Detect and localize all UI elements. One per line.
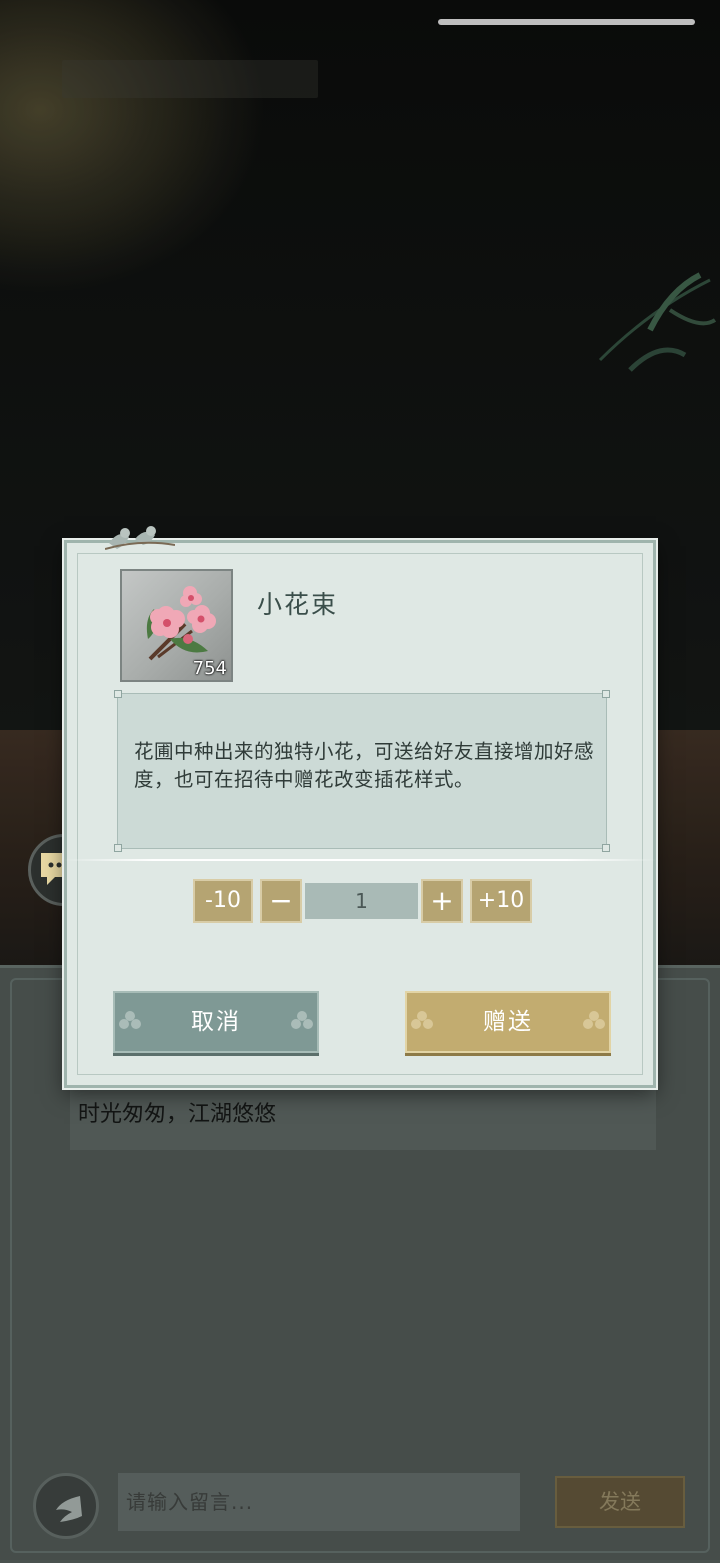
gift-button[interactable]: 赠送 (405, 991, 611, 1053)
corner-ornament (602, 690, 610, 698)
gift-label: 赠送 (483, 1009, 533, 1035)
item-icon: 754 (120, 569, 233, 682)
increase-10-button[interactable]: +10 (470, 879, 532, 923)
cancel-label: 取消 (191, 1009, 241, 1035)
description-box: 花圃中种出来的独特小花，可送给好友直接增加好感度，也可在招待中赠花改变插花样式。 (114, 690, 610, 852)
flower-ornament-icon (583, 1011, 605, 1029)
flower-ornament-icon (291, 1011, 313, 1029)
divider (64, 859, 656, 861)
birds-decoration (105, 526, 175, 550)
flower-bouquet-icon (146, 586, 216, 661)
item-description: 花圃中种出来的独特小花，可送给好友直接增加好感度，也可在招待中赠花改变插花样式。 (134, 740, 595, 791)
quantity-field[interactable]: 1 (305, 883, 418, 919)
decrease-10-button[interactable]: -10 (193, 879, 253, 923)
item-count: 754 (192, 658, 227, 679)
flower-ornament-icon (411, 1011, 433, 1029)
item-name: 小花束 (257, 590, 339, 619)
increase-button[interactable]: + (421, 879, 463, 923)
corner-ornament (114, 844, 122, 852)
cancel-button[interactable]: 取消 (113, 991, 319, 1053)
flower-ornament-icon (119, 1011, 141, 1029)
corner-ornament (602, 844, 610, 852)
decrease-button[interactable]: − (260, 879, 302, 923)
corner-ornament (114, 690, 122, 698)
gift-item-dialog: 754 小花束 花圃中种出来的独特小花，可送给好友直接增加好感度，也可在招待中赠… (64, 526, 656, 1088)
